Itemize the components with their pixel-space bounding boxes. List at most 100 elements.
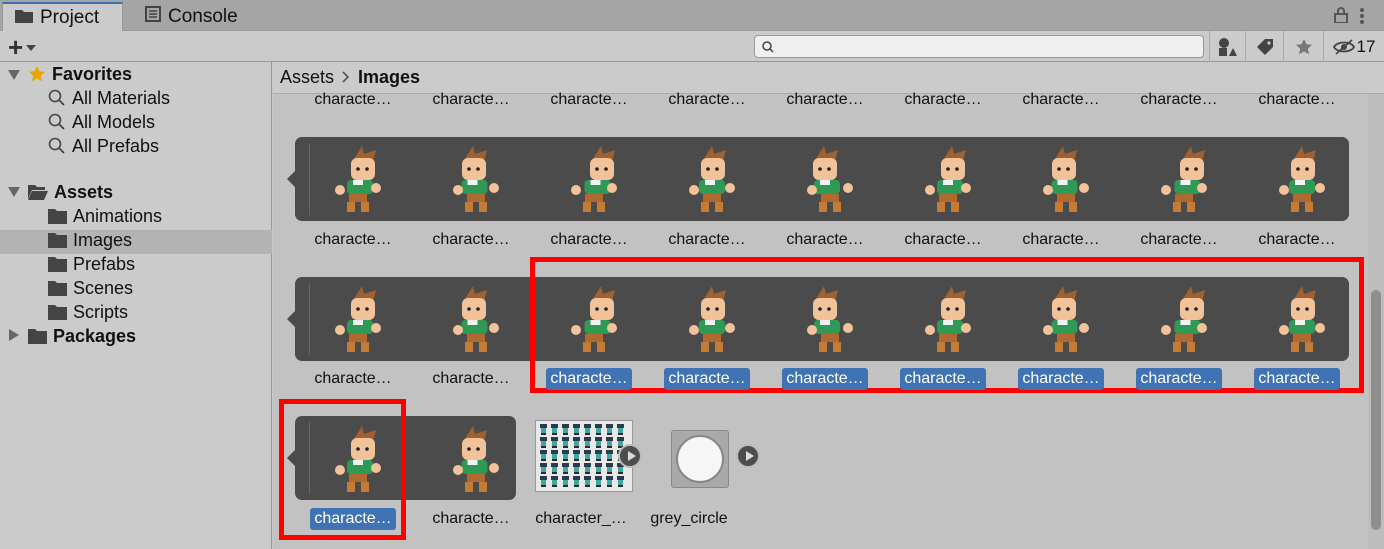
sprite-thumbnail[interactable] <box>920 144 976 216</box>
asset-name-label[interactable]: grey_circle <box>634 508 744 530</box>
strip-notch <box>287 171 295 187</box>
star-icon <box>29 66 45 82</box>
asset-name-label[interactable]: characte… <box>770 89 880 111</box>
asset-name-label[interactable]: characte… <box>1006 89 1116 111</box>
sprite-thumbnail[interactable] <box>1038 144 1094 216</box>
asset-name-label[interactable]: characte… <box>652 229 762 251</box>
sprite-thumbnail[interactable] <box>448 424 504 496</box>
sidebar-item-animations[interactable]: Animations <box>48 204 162 228</box>
sidebar-item-label: Animations <box>73 205 163 226</box>
scrollbar-thumb[interactable] <box>1371 290 1381 530</box>
sidebar-packages[interactable]: Packages <box>28 324 136 348</box>
sidebar-item-label: All Materials <box>72 87 171 108</box>
asset-name-label[interactable]: characte… <box>1136 368 1222 390</box>
asset-name-label[interactable]: characte… <box>534 89 644 111</box>
breadcrumb-assets[interactable]: Assets <box>280 67 334 88</box>
sprite-thumbnail[interactable] <box>448 284 504 356</box>
sprite-thumbnail[interactable] <box>684 144 740 216</box>
tag-icon <box>1256 38 1273 55</box>
sprite-thumbnail[interactable] <box>1274 144 1330 216</box>
asset-name-label[interactable]: characte… <box>416 508 526 530</box>
asset-name-label[interactable]: characte… <box>416 368 526 390</box>
strip-notch <box>287 311 295 327</box>
sidebar-assets[interactable]: Assets <box>28 180 113 204</box>
asset-name-label[interactable]: characte… <box>1242 229 1352 251</box>
tab-console[interactable]: Console <box>133 2 253 31</box>
sprite-thumbnail[interactable] <box>566 144 622 216</box>
search-input[interactable] <box>754 35 1204 58</box>
sprite-thumbnail[interactable] <box>448 144 504 216</box>
sprite-thumbnail[interactable] <box>330 284 386 356</box>
play-icon[interactable] <box>618 444 642 468</box>
asset-name-label[interactable]: characte… <box>1254 368 1340 390</box>
folder-icon <box>48 304 67 320</box>
folder-icon <box>48 256 67 272</box>
tab-project-label: Project <box>40 6 100 28</box>
folder-icon <box>15 7 33 28</box>
sidebar-favorites-label: Favorites <box>52 63 133 84</box>
circle-shape <box>676 435 724 483</box>
asset-name-label[interactable]: characte… <box>1006 229 1116 251</box>
asset-name-label[interactable]: characte… <box>888 89 998 111</box>
asset-name-label[interactable]: characte… <box>1124 89 1234 111</box>
plus-icon: + <box>8 31 24 62</box>
asset-name-label[interactable]: characte… <box>888 229 998 251</box>
asset-name-label[interactable]: characte… <box>416 89 526 111</box>
more-menu-icon[interactable] <box>1360 8 1364 29</box>
sprite-thumbnail[interactable] <box>1156 144 1212 216</box>
selected-row-highlight <box>0 230 272 254</box>
strip-divider <box>309 143 310 215</box>
asset-name-label[interactable]: characte… <box>770 229 880 251</box>
sprite-thumbnail[interactable] <box>330 144 386 216</box>
expanded-arrow-icon[interactable] <box>8 70 20 80</box>
asset-name-label[interactable]: character_… <box>526 508 636 530</box>
asset-name-label[interactable]: characte… <box>298 368 408 390</box>
sidebar-item-all-prefabs[interactable]: All Prefabs <box>48 134 159 158</box>
breadcrumb-images[interactable]: Images <box>358 67 420 88</box>
search-icon <box>48 89 65 106</box>
asset-name-label[interactable]: characte… <box>1242 89 1352 111</box>
vertical-scrollbar[interactable] <box>1368 94 1384 549</box>
sidebar-item-scenes[interactable]: Scenes <box>48 276 133 300</box>
asset-name-label[interactable]: characte… <box>298 229 408 251</box>
asset-name-label[interactable]: characte… <box>534 229 644 251</box>
filter-by-type-button[interactable] <box>1209 31 1245 62</box>
grey-circle-thumbnail[interactable] <box>671 430 729 488</box>
sprite-thumbnail[interactable] <box>802 144 858 216</box>
asset-name-label[interactable]: characte… <box>664 368 750 390</box>
asset-browser: Assets Images characte… characte… charac… <box>273 62 1384 549</box>
asset-name-label[interactable]: characte… <box>1124 229 1234 251</box>
favorite-button[interactable] <box>1283 31 1323 62</box>
asset-name-label[interactable]: characte… <box>652 89 762 111</box>
sidebar-item-scripts[interactable]: Scripts <box>48 300 128 324</box>
asset-name-label[interactable]: characte… <box>310 508 396 530</box>
sidebar-item-all-models[interactable]: All Models <box>48 110 155 134</box>
sidebar-item-label: Images <box>73 229 133 250</box>
asset-name-label[interactable]: characte… <box>900 368 986 390</box>
star-icon <box>1295 38 1312 54</box>
hidden-packages-toggle[interactable]: 17 <box>1323 31 1384 62</box>
sidebar-favorites[interactable]: Favorites <box>28 62 132 86</box>
folder-icon <box>48 280 67 296</box>
tab-project[interactable]: Project <box>2 2 123 31</box>
sidebar-item-all-materials[interactable]: All Materials <box>48 86 170 110</box>
sidebar-item-prefabs[interactable]: Prefabs <box>48 252 135 276</box>
asset-name-label[interactable]: characte… <box>546 368 632 390</box>
sidebar: Favorites All Materials All Models All P… <box>0 62 272 549</box>
expanded-arrow-icon[interactable] <box>8 187 20 197</box>
asset-name-label[interactable]: characte… <box>416 229 526 251</box>
chevron-down-icon <box>26 36 37 57</box>
filter-by-label-button[interactable] <box>1245 31 1283 62</box>
sidebar-item-label: Scripts <box>73 301 129 322</box>
asset-name-label[interactable]: characte… <box>298 89 408 111</box>
lock-icon[interactable] <box>1334 7 1348 24</box>
sidebar-item-images[interactable]: Images <box>48 228 132 252</box>
sidebar-item-label: Prefabs <box>73 253 136 274</box>
eye-slash-icon <box>1332 38 1355 55</box>
shapes-icon <box>1218 37 1237 56</box>
play-icon[interactable] <box>736 444 760 468</box>
collapsed-arrow-icon[interactable] <box>9 329 19 341</box>
asset-name-label[interactable]: characte… <box>1018 368 1104 390</box>
create-dropdown[interactable]: + <box>8 31 37 62</box>
asset-name-label[interactable]: characte… <box>782 368 868 390</box>
